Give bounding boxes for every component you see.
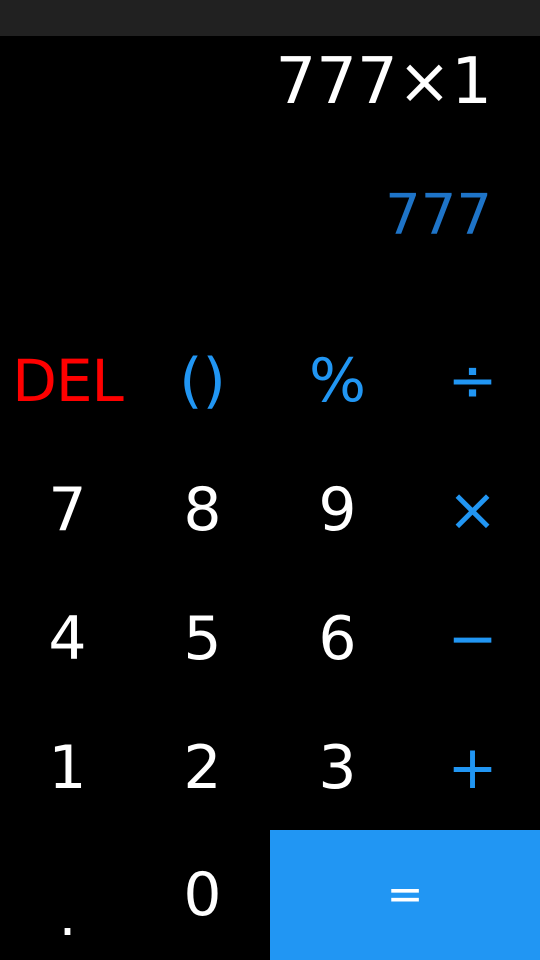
percent-button[interactable]: % <box>270 316 405 445</box>
digit-2-button[interactable]: 2 <box>135 703 270 832</box>
decimal-point-label: . <box>58 883 77 949</box>
digit-8-button[interactable]: 8 <box>135 445 270 574</box>
digit-5-button[interactable]: 5 <box>135 574 270 703</box>
digit-4-button[interactable]: 4 <box>0 574 135 703</box>
divide-button[interactable]: ÷ <box>405 316 540 445</box>
add-button[interactable]: + <box>405 703 540 832</box>
digit-3-button[interactable]: 3 <box>270 703 405 832</box>
digit-0-button[interactable]: 0 <box>135 830 270 959</box>
decimal-point-button[interactable]: . <box>0 830 135 959</box>
digit-9-button[interactable]: 9 <box>270 445 405 574</box>
status-bar <box>0 0 540 36</box>
delete-button[interactable]: DEL <box>0 316 135 445</box>
digit-6-button[interactable]: 6 <box>270 574 405 703</box>
digit-7-button[interactable]: 7 <box>0 445 135 574</box>
result-preview: 777 <box>385 183 492 248</box>
calculator-display: 777×1 777 <box>0 36 540 316</box>
equals-button[interactable]: = <box>270 830 540 960</box>
parentheses-button[interactable]: () <box>135 316 270 445</box>
multiply-button[interactable]: × <box>405 445 540 574</box>
subtract-button[interactable]: − <box>405 574 540 703</box>
digit-1-button[interactable]: 1 <box>0 703 135 832</box>
expression-text: 777×1 <box>275 45 493 119</box>
keypad: DEL () % ÷ 7 8 9 × 4 5 6 − 1 2 3 + . 0 = <box>0 316 540 960</box>
